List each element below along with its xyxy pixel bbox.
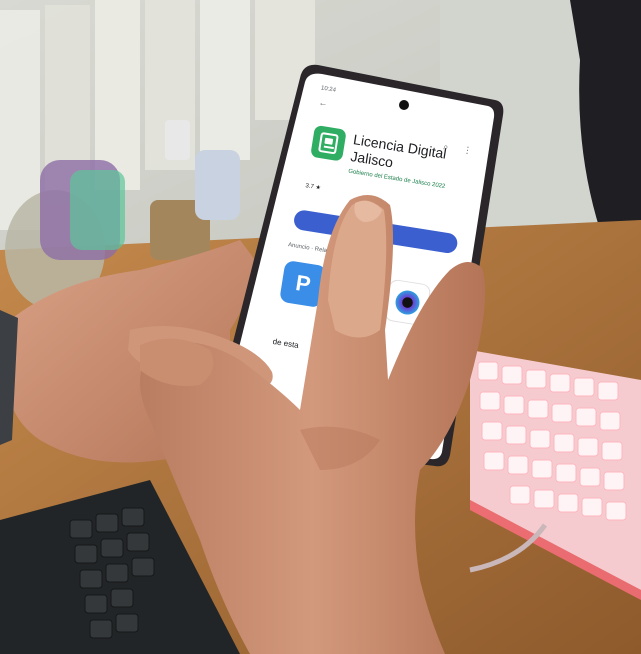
hands-foreground xyxy=(128,195,486,654)
right-hand xyxy=(140,195,486,654)
photo-scene: 10:24 ← ⌕ ⋮ Licencia Digital Jalisco Gob… xyxy=(0,0,641,654)
